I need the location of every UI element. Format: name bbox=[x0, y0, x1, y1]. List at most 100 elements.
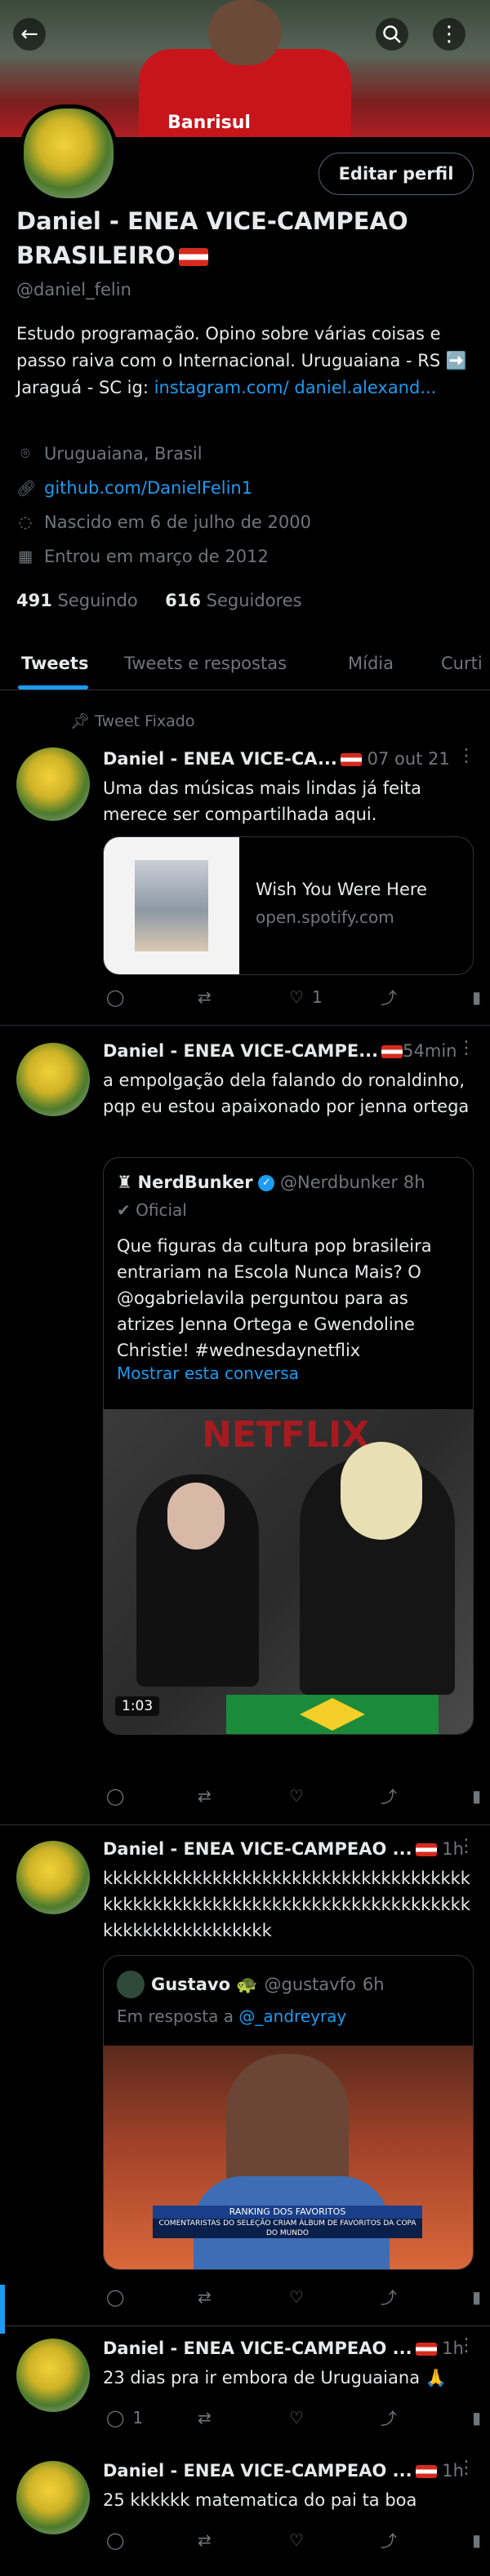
reply-icon: ◯ bbox=[106, 2407, 125, 2427]
tweet-more-icon[interactable]: ⋮ bbox=[457, 1836, 475, 1856]
tab-likes[interactable]: Curti bbox=[441, 641, 483, 689]
quote-time: 8h bbox=[403, 1173, 425, 1192]
thread-indicator bbox=[0, 2285, 5, 2334]
bio-instagram-link[interactable]: instagram.com/ daniel.alexand... bbox=[154, 378, 437, 397]
like-icon[interactable]: ♡ bbox=[289, 2285, 381, 2308]
tweet-avatar[interactable] bbox=[16, 747, 90, 821]
tweet-more-icon[interactable]: ⋮ bbox=[457, 2458, 475, 2478]
tweet-avatar[interactable] bbox=[16, 2461, 90, 2534]
share-icon[interactable]: ⤴ bbox=[381, 2528, 472, 2552]
quoted-tweet[interactable]: ♜ NerdBunker ✓ @Nerdbunker 8h ✔ Oficial … bbox=[103, 1157, 474, 1735]
show-conversation-link[interactable]: Mostrar esta conversa bbox=[117, 1363, 299, 1383]
active-tab-indicator bbox=[18, 685, 88, 689]
retweet-icon[interactable]: ⇄ bbox=[198, 2528, 289, 2552]
official-check-icon: ✔ bbox=[117, 1200, 131, 1220]
edit-profile-button[interactable]: Editar perfil bbox=[318, 153, 474, 195]
like-icon[interactable]: ♡ bbox=[289, 2405, 381, 2429]
share-icon[interactable]: ⤴ bbox=[381, 2405, 472, 2429]
profile-bio: Estudo programação. Opino sobre várias c… bbox=[16, 321, 474, 401]
spotify-link-card[interactable]: Wish You Were Here open.spotify.com bbox=[103, 836, 474, 975]
tweet-author[interactable]: Daniel - ENEA VICE-CAMPEAO ... bbox=[103, 2461, 412, 2481]
profile-name-text: Daniel - ENEA VICE-CAMPEAO BRASILEIRO bbox=[16, 207, 408, 269]
quote-time: 6h bbox=[362, 1975, 385, 1994]
tweet-avatar[interactable] bbox=[16, 1841, 90, 1914]
reply-icon[interactable]: ◯ bbox=[106, 2528, 198, 2552]
tweet-actions: ◯ ⇄ ♡ 1 ⤴ ▮ bbox=[106, 985, 490, 1009]
retweet-icon[interactable]: ⇄ bbox=[198, 985, 289, 1009]
quote-author: Gustavo 🐢 bbox=[151, 1974, 258, 1994]
austria-flag-icon bbox=[340, 753, 362, 766]
quoted-tweet[interactable]: Gustavo 🐢 @gustavfo 6h Em resposta a @_a… bbox=[103, 1955, 474, 2270]
quote-header: ♜ NerdBunker ✓ @Nerdbunker 8h bbox=[117, 1173, 425, 1192]
official-text: Oficial bbox=[136, 1200, 187, 1220]
quote-avatar bbox=[117, 1971, 145, 1998]
stats-icon[interactable]: ▮ bbox=[472, 1784, 490, 1807]
reply-icon[interactable]: ◯ bbox=[106, 1784, 198, 1807]
tweet-more-icon[interactable]: ⋮ bbox=[457, 1038, 475, 1058]
banner-player bbox=[208, 0, 282, 65]
video-face-right bbox=[341, 1442, 422, 1540]
share-icon[interactable]: ⤴ bbox=[381, 985, 472, 1009]
quote-image[interactable]: RANKING DOS FAVORITOS COMENTARISTAS DO S… bbox=[104, 2046, 473, 2269]
divider bbox=[0, 2325, 490, 2326]
tweet-text: 25 kkkkkk matematica do pai ta boa bbox=[103, 2490, 417, 2510]
divider bbox=[0, 1824, 490, 1825]
retweet-icon[interactable]: ⇄ bbox=[198, 2285, 289, 2308]
profile-avatar[interactable] bbox=[20, 104, 118, 202]
like-icon[interactable]: ♡ bbox=[289, 2528, 381, 2552]
tweet-text: kkkkkkkkkkkkkkkkkkkkkkkkkkkkkkkkkkkkkkkk… bbox=[103, 1869, 470, 1940]
like-icon: ♡ bbox=[289, 987, 304, 1007]
tweet-text: 23 dias pra ir embora de Uruguaiana 🙏 bbox=[103, 2368, 447, 2388]
tweet-avatar[interactable] bbox=[16, 1043, 90, 1116]
austria-flag-icon bbox=[381, 1045, 403, 1058]
tab-media[interactable]: Mídia bbox=[348, 641, 394, 689]
reply-icon[interactable]: ◯ bbox=[106, 2285, 198, 2308]
following-label: Seguindo bbox=[57, 591, 138, 610]
pinned-label: Tweet Fixado bbox=[95, 712, 195, 730]
netflix-logo: NETFLIX bbox=[202, 1414, 370, 1456]
tweet-author[interactable]: Daniel - ENEA VICE-CA... bbox=[103, 749, 337, 769]
profile-birthday: ◌ Nascido em 6 de julho de 2000 bbox=[16, 512, 311, 532]
tab-tweets-and-replies[interactable]: Tweets e respostas bbox=[124, 641, 287, 689]
video-face-left bbox=[167, 1483, 225, 1550]
tweet-header: Daniel - ENEA VICE-CA... 07 out 21 bbox=[103, 749, 450, 769]
like-icon[interactable]: ♡ bbox=[289, 1784, 381, 1807]
tweet-avatar[interactable] bbox=[16, 2339, 90, 2412]
retweet-icon[interactable]: ⇄ bbox=[198, 1784, 289, 1807]
more-options-icon[interactable]: ⋮ bbox=[433, 18, 466, 51]
share-icon[interactable]: ⤴ bbox=[381, 1784, 472, 1807]
search-icon[interactable] bbox=[376, 18, 408, 51]
ghost-avatar-icon: ♜ bbox=[117, 1173, 132, 1192]
reply-icon[interactable]: ◯ bbox=[106, 985, 198, 1009]
profile-website[interactable]: 🔗︎ github.com/DanielFelin1 bbox=[16, 478, 252, 498]
tweet-author[interactable]: Daniel - ENEA VICE-CAMPE... bbox=[103, 1041, 378, 1061]
stats-icon[interactable]: ▮ bbox=[472, 985, 490, 1009]
tweet-time: 54min bbox=[403, 1041, 457, 1061]
back-icon[interactable]: ← bbox=[13, 18, 46, 51]
stats-icon[interactable]: ▮ bbox=[472, 2405, 490, 2429]
reply-to-link[interactable]: @_andreyray bbox=[238, 2006, 346, 2026]
share-icon[interactable]: ⤴ bbox=[381, 2285, 472, 2308]
stats-icon[interactable]: ▮ bbox=[472, 2285, 490, 2308]
profile-tabs: Tweets Tweets e respostas Mídia Curti bbox=[0, 641, 490, 690]
tweet-more-icon[interactable]: ⋮ bbox=[457, 2335, 475, 2356]
quote-handle: @gustavfo bbox=[264, 1975, 356, 1994]
austria-flag-icon bbox=[178, 248, 208, 266]
quote-video[interactable]: NETFLIX 1:03 bbox=[104, 1409, 473, 1734]
tab-tweets[interactable]: Tweets bbox=[21, 641, 88, 689]
followers-link[interactable]: 616 Seguidores bbox=[165, 591, 301, 610]
tweet-header: Daniel - ENEA VICE-CAMPE... 54min bbox=[103, 1041, 457, 1061]
tweet-author[interactable]: Daniel - ENEA VICE-CAMPEAO ... bbox=[103, 1839, 412, 1859]
reply-button[interactable]: ◯ 1 bbox=[106, 2405, 198, 2429]
location-text: Uruguaiana, Brasil bbox=[44, 444, 203, 463]
like-button[interactable]: ♡ 1 bbox=[289, 985, 381, 1009]
website-link[interactable]: github.com/DanielFelin1 bbox=[44, 478, 252, 498]
tweet-time: 07 out 21 bbox=[367, 749, 450, 769]
quote-handle: @Nerdbunker bbox=[280, 1173, 399, 1192]
following-link[interactable]: 491 Seguindo bbox=[16, 591, 138, 610]
card-domain: open.spotify.com bbox=[256, 907, 394, 927]
tweet-more-icon[interactable]: ⋮ bbox=[457, 746, 475, 766]
tweet-author[interactable]: Daniel - ENEA VICE-CAMPEAO ... bbox=[103, 2339, 412, 2358]
retweet-icon[interactable]: ⇄ bbox=[198, 2405, 289, 2429]
stats-icon[interactable]: ▮ bbox=[472, 2528, 490, 2552]
